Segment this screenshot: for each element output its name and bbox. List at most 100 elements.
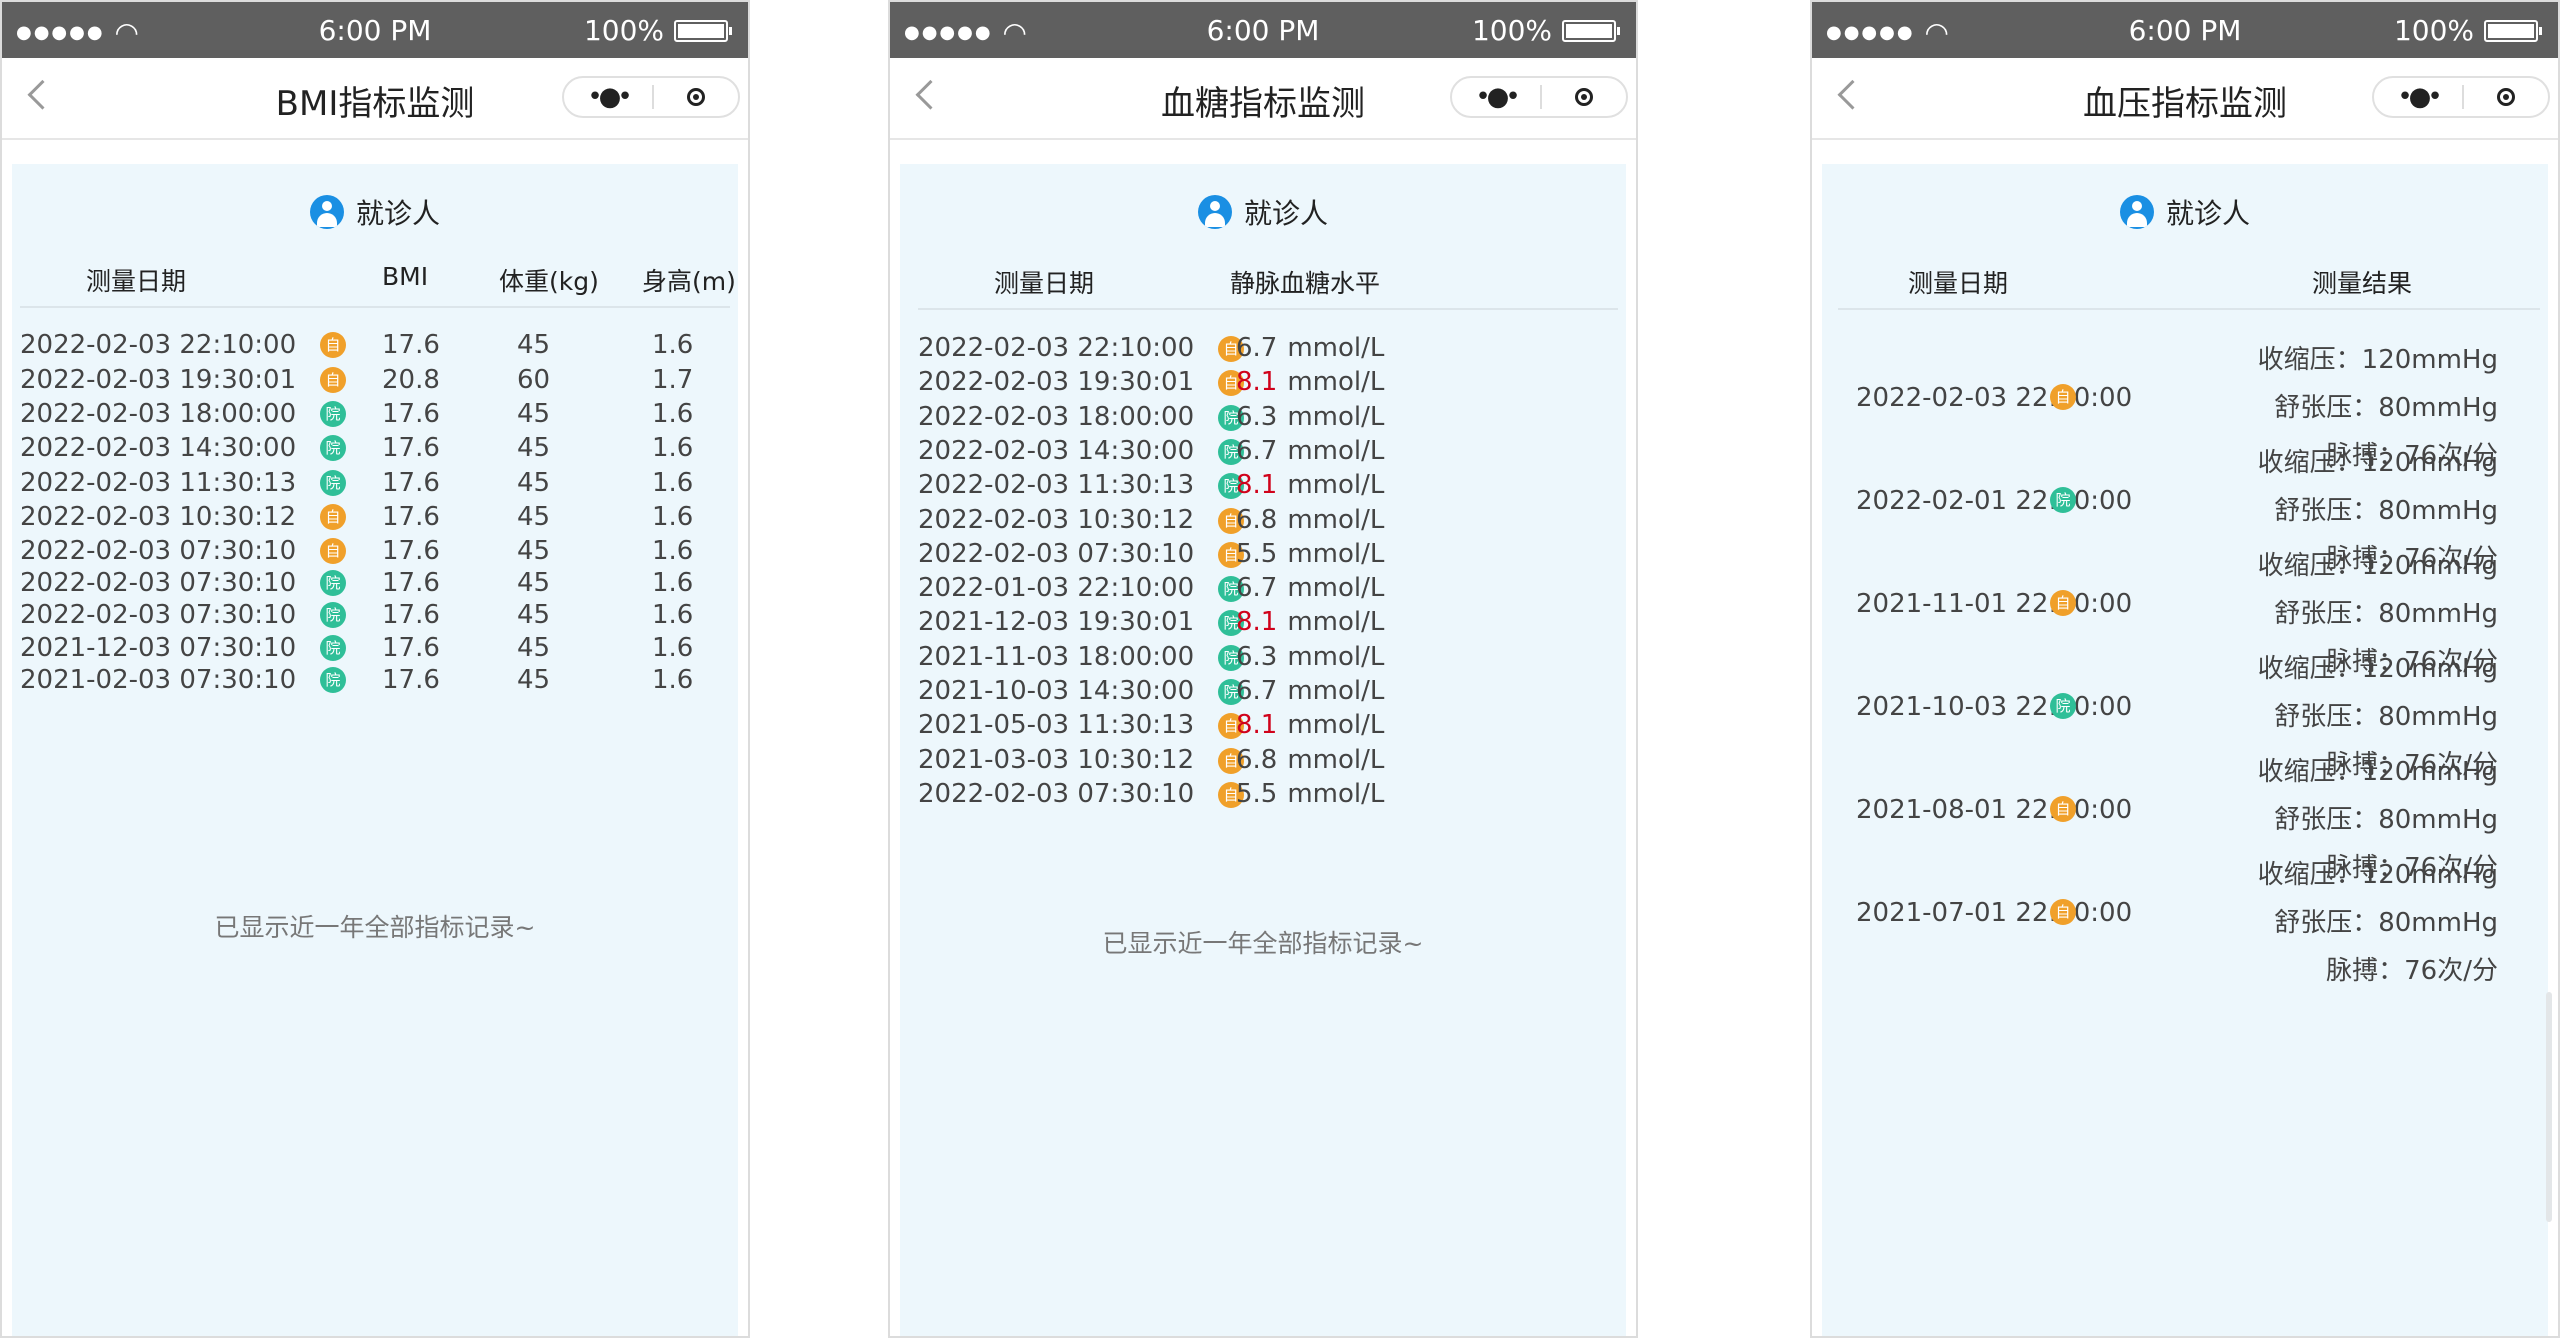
bp-diastolic: 舒张压：80mmHg [2274, 702, 2498, 732]
row-date: 2021-05-03 11:30:13 [918, 710, 1195, 740]
table-row[interactable]: 2022-02-03 14:30:00 院 17.6 45 1.6 [12, 428, 738, 468]
glucose-screen: ●●●●● ◠ 6:00 PM 100% 血糖指标监测 •●• 就诊人 测量日期 … [888, 0, 1638, 1338]
table-row[interactable]: 2022-02-03 07:30:10 自 5.5 mmol/L [900, 774, 1626, 814]
footer-note: 已显示近一年全部指标记录~ [1102, 929, 1424, 958]
glucose-number: 6.8 [1236, 745, 1278, 775]
scrollbar[interactable] [2546, 992, 2552, 1222]
header-level: 静脉血糖水平 [1230, 269, 1381, 298]
glucose-number: 6.7 [1236, 676, 1278, 706]
table-row[interactable]: 2021-12-03 19:30:01 院 8.1 mmol/L [900, 602, 1626, 642]
table-row[interactable]: 2021-05-03 11:30:13 自 8.1 mmol/L [900, 705, 1626, 745]
table-row[interactable]: 2022-02-03 22:10:00 自 17.6 45 1.6 [12, 325, 738, 365]
row-bmi: 17.6 [382, 433, 440, 463]
battery-icon [1562, 19, 1620, 42]
user-icon [1197, 195, 1232, 229]
glucose-unit: mmol/L [1287, 779, 1385, 809]
battery-percent: 100% [583, 14, 664, 47]
header-bmi: BMI [382, 262, 429, 291]
glucose-number: 6.3 [1236, 642, 1278, 672]
mini-program-capsule: •●• [2372, 76, 2550, 118]
battery-percent: 100% [1471, 14, 1552, 47]
glucose-unit: mmol/L [1287, 676, 1385, 706]
glucose-number: 6.7 [1236, 333, 1278, 363]
user-icon [309, 195, 344, 229]
source-badge: 自 [320, 504, 346, 530]
glucose-number: 6.7 [1236, 436, 1278, 466]
close-icon[interactable] [2464, 88, 2548, 106]
more-icon[interactable]: •●• [2374, 78, 2462, 116]
glucose-unit: mmol/L [1287, 745, 1385, 775]
source-badge: 院 [2050, 693, 2076, 719]
footer-note: 已显示近一年全部指标记录~ [214, 913, 536, 942]
row-glucose-value: 8.1 mmol/L [1236, 602, 1384, 642]
nav-bar: BMI指标监测 •●• [2, 58, 748, 140]
battery-percent: 100% [2393, 14, 2474, 47]
header-result: 测量结果 [2312, 269, 2413, 298]
patient-selector[interactable]: 就诊人 [12, 192, 738, 232]
row-glucose-value: 5.5 mmol/L [1236, 774, 1384, 814]
row-bmi: 17.6 [382, 665, 440, 695]
table-row[interactable]: 2022-02-03 11:30:13 院 8.1 mmol/L [900, 465, 1626, 505]
header-divider [1838, 308, 2540, 310]
bp-record[interactable]: 2021-07-01 22:10:00 自 收缩压：120mmHg 舒张压：80mmH… [1822, 851, 2548, 1001]
row-weight: 45 [517, 433, 551, 463]
table-row[interactable]: 2022-02-03 19:30:01 自 8.1 mmol/L [900, 362, 1626, 402]
patient-selector[interactable]: 就诊人 [900, 192, 1626, 232]
bp-diastolic: 舒张压：80mmHg [2274, 393, 2498, 423]
row-date: 2021-12-03 19:30:01 [918, 607, 1195, 637]
bp-systolic: 收缩压：120mmHg [2257, 448, 2498, 478]
glucose-unit: mmol/L [1287, 607, 1385, 637]
row-date: 2022-02-03 14:30:00 [20, 433, 297, 463]
glucose-number: 6.7 [1236, 573, 1278, 603]
source-badge: 院 [320, 602, 346, 628]
close-icon[interactable] [1542, 88, 1626, 106]
source-badge: 院 [2050, 487, 2076, 513]
pressure-screen: ●●●●● ◠ 6:00 PM 100% 血压指标监测 •●• 就诊人 测量日期 … [1810, 0, 2560, 1338]
glucose-unit: mmol/L [1287, 470, 1385, 500]
glucose-unit: mmol/L [1287, 573, 1385, 603]
row-date: 2021-07-01 22:10:00 [1856, 898, 2133, 928]
row-date: 2022-02-03 11:30:13 [918, 470, 1195, 500]
source-badge: 院 [320, 667, 346, 693]
nav-bar: 血压指标监测 •●• [1812, 58, 2558, 140]
row-height: 1.6 [652, 665, 694, 695]
bp-systolic: 收缩压：120mmHg [2257, 345, 2498, 375]
source-badge: 自 [320, 538, 346, 564]
row-glucose-value: 8.1 mmol/L [1236, 465, 1384, 505]
row-date: 2022-02-03 22:10:00 [20, 330, 297, 360]
battery-icon [2484, 19, 2542, 42]
row-date: 2021-08-01 22:10:00 [1856, 795, 2133, 825]
source-badge: 自 [2050, 796, 2076, 822]
patient-selector[interactable]: 就诊人 [1822, 192, 2548, 232]
row-height: 1.6 [652, 330, 694, 360]
bp-diastolic: 舒张压：80mmHg [2274, 805, 2498, 835]
glucose-number: 8.1 [1236, 607, 1278, 637]
glucose-unit: mmol/L [1287, 367, 1385, 397]
source-badge: 自 [320, 332, 346, 358]
row-weight: 45 [517, 665, 551, 695]
header-date: 测量日期 [994, 269, 1095, 298]
more-icon[interactable]: •●• [564, 78, 652, 116]
status-bar: ●●●●● ◠ 6:00 PM 100% [890, 2, 1636, 58]
source-badge: 院 [320, 470, 346, 496]
row-date: 2021-02-03 07:30:10 [20, 665, 297, 695]
bp-systolic: 收缩压：120mmHg [2257, 757, 2498, 787]
table-row[interactable]: 2021-02-03 07:30:10 院 17.6 45 1.6 [12, 660, 738, 700]
bp-systolic: 收缩压：120mmHg [2257, 860, 2498, 890]
glucose-number: 6.3 [1236, 402, 1278, 432]
source-badge: 自 [2050, 384, 2076, 410]
header-weight: 体重(kg) [499, 267, 599, 296]
header-date: 测量日期 [86, 267, 187, 296]
glucose-unit: mmol/L [1287, 642, 1385, 672]
user-icon [2119, 195, 2154, 229]
more-icon[interactable]: •●• [1452, 78, 1540, 116]
mini-program-capsule: •●• [562, 76, 740, 118]
source-badge: 自 [320, 367, 346, 393]
glucose-number: 5.5 [1236, 539, 1278, 569]
glucose-unit: mmol/L [1287, 436, 1385, 466]
row-glucose-value: 8.1 mmol/L [1236, 362, 1384, 402]
close-icon[interactable] [654, 88, 738, 106]
glucose-unit: mmol/L [1287, 710, 1385, 740]
status-bar: ●●●●● ◠ 6:00 PM 100% [2, 2, 748, 58]
glucose-unit: mmol/L [1287, 505, 1385, 535]
